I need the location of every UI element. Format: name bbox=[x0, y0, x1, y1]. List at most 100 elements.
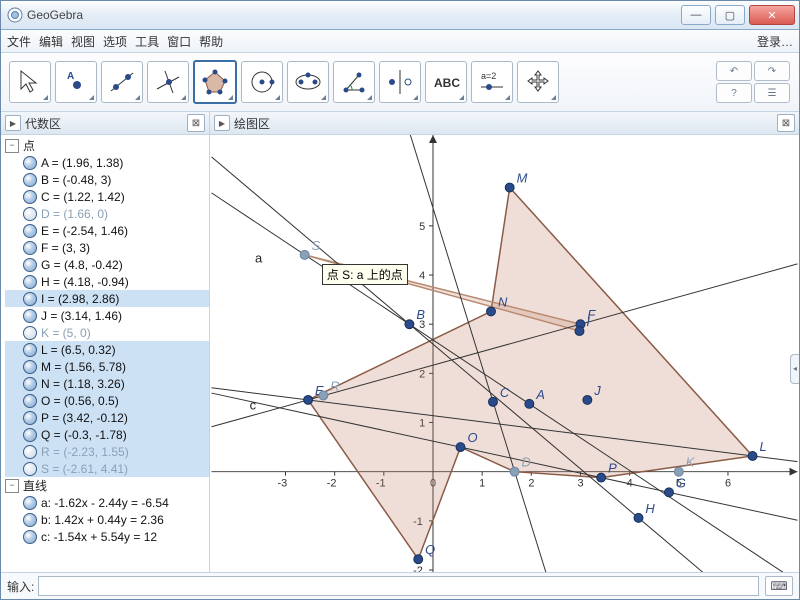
svg-text:A: A bbox=[67, 71, 74, 82]
tool-perpendicular[interactable] bbox=[147, 61, 189, 103]
svg-text:K: K bbox=[686, 455, 696, 470]
visibility-toggle[interactable] bbox=[23, 309, 37, 323]
algebra-item[interactable]: A = (1.96, 1.38) bbox=[41, 156, 123, 170]
algebra-item[interactable]: K = (5, 0) bbox=[41, 326, 91, 340]
algebra-item[interactable]: L = (6.5, 0.32) bbox=[41, 343, 116, 357]
tool-point[interactable]: A bbox=[55, 61, 97, 103]
algebra-item[interactable]: Q = (-0.3, -1.78) bbox=[41, 428, 127, 442]
tool-angle[interactable] bbox=[333, 61, 375, 103]
svg-text:ABC: ABC bbox=[434, 76, 460, 90]
visibility-toggle[interactable] bbox=[23, 428, 37, 442]
algebra-item[interactable]: I = (2.98, 2.86) bbox=[41, 292, 119, 306]
algebra-item[interactable]: B = (-0.48, 3) bbox=[41, 173, 111, 187]
svg-text:G: G bbox=[676, 475, 686, 490]
category-point[interactable]: 点 bbox=[23, 137, 35, 154]
visibility-toggle[interactable] bbox=[23, 292, 37, 306]
settings-button[interactable]: ☰ bbox=[754, 83, 790, 103]
input-label: 输入: bbox=[7, 578, 34, 595]
algebra-close-button[interactable]: ⊠ bbox=[187, 114, 205, 132]
minimize-button[interactable]: — bbox=[681, 5, 711, 25]
algebra-item[interactable]: O = (0.56, 0.5) bbox=[41, 394, 119, 408]
redo-button[interactable]: ↷ bbox=[754, 61, 790, 81]
svg-text:-3: -3 bbox=[278, 478, 288, 490]
visibility-toggle[interactable] bbox=[23, 275, 37, 289]
tool-circle[interactable] bbox=[241, 61, 283, 103]
category-line[interactable]: 直线 bbox=[23, 477, 47, 494]
input-field[interactable] bbox=[38, 576, 759, 596]
algebra-item[interactable]: E = (-2.54, 1.46) bbox=[41, 224, 128, 238]
undo-button[interactable]: ↶ bbox=[716, 61, 752, 81]
algebra-item[interactable]: F = (3, 3) bbox=[41, 241, 90, 255]
menubar: 文件 编辑 视图 选项 工具 窗口 帮助 登录… bbox=[1, 30, 799, 53]
visibility-toggle[interactable] bbox=[23, 343, 37, 357]
login-link[interactable]: 登录… bbox=[757, 33, 793, 50]
svg-text:2: 2 bbox=[528, 478, 534, 490]
collapse-icon[interactable]: − bbox=[5, 139, 19, 153]
algebra-item[interactable]: N = (1.18, 3.26) bbox=[41, 377, 125, 391]
tool-slider[interactable]: a=2 bbox=[471, 61, 513, 103]
svg-text:6: 6 bbox=[725, 478, 731, 490]
side-handle[interactable]: ◂ bbox=[790, 354, 799, 384]
graphics-close-button[interactable]: ⊠ bbox=[777, 114, 795, 132]
help-button[interactable]: ? bbox=[716, 83, 752, 103]
algebra-panel: ▶ 代数区 ⊠ −点A = (1.96, 1.38)B = (-0.48, 3)… bbox=[1, 112, 210, 572]
visibility-toggle[interactable] bbox=[23, 462, 37, 476]
svg-text:-2: -2 bbox=[413, 565, 423, 572]
visibility-toggle[interactable] bbox=[23, 156, 37, 170]
algebra-toggle-icon[interactable]: ▶ bbox=[5, 115, 21, 131]
graphics-toggle-icon[interactable]: ▶ bbox=[214, 115, 230, 131]
visibility-toggle[interactable] bbox=[23, 411, 37, 425]
svg-text:c: c bbox=[250, 398, 257, 413]
algebra-item[interactable]: G = (4.8, -0.42) bbox=[41, 258, 123, 272]
algebra-item[interactable]: C = (1.22, 1.42) bbox=[41, 190, 125, 204]
visibility-toggle[interactable] bbox=[23, 241, 37, 255]
visibility-toggle[interactable] bbox=[23, 377, 37, 391]
tool-text[interactable]: ABC bbox=[425, 61, 467, 103]
algebra-item[interactable]: c: -1.54x + 5.54y = 12 bbox=[41, 530, 157, 544]
visibility-toggle[interactable] bbox=[23, 394, 37, 408]
menu-file[interactable]: 文件 bbox=[7, 33, 31, 50]
menu-options[interactable]: 选项 bbox=[103, 33, 127, 50]
input-bar: 输入: ⌨ bbox=[1, 572, 799, 599]
visibility-toggle[interactable] bbox=[23, 190, 37, 204]
tool-ellipse[interactable] bbox=[287, 61, 329, 103]
svg-text:a=2: a=2 bbox=[481, 71, 496, 81]
tool-reflect[interactable] bbox=[379, 61, 421, 103]
algebra-item[interactable]: S = (-2.61, 4.41) bbox=[41, 462, 128, 476]
visibility-toggle[interactable] bbox=[23, 173, 37, 187]
algebra-item[interactable]: H = (4.18, -0.94) bbox=[41, 275, 129, 289]
keyboard-button[interactable]: ⌨ bbox=[765, 576, 793, 596]
tool-move[interactable] bbox=[9, 61, 51, 103]
algebra-item[interactable]: a: -1.62x - 2.44y = -6.54 bbox=[41, 496, 169, 510]
visibility-toggle[interactable] bbox=[23, 445, 37, 459]
visibility-toggle[interactable] bbox=[23, 513, 37, 527]
svg-text:B: B bbox=[416, 307, 425, 322]
close-button[interactable]: ✕ bbox=[749, 5, 795, 25]
menu-edit[interactable]: 编辑 bbox=[39, 33, 63, 50]
visibility-toggle[interactable] bbox=[23, 326, 37, 340]
visibility-toggle[interactable] bbox=[23, 360, 37, 374]
svg-text:I: I bbox=[586, 314, 590, 329]
tool-polygon[interactable] bbox=[193, 60, 237, 104]
menu-help[interactable]: 帮助 bbox=[199, 33, 223, 50]
algebra-item[interactable]: b: 1.42x + 0.44y = 2.36 bbox=[41, 513, 164, 527]
algebra-item[interactable]: M = (1.56, 5.78) bbox=[41, 360, 126, 374]
algebra-item[interactable]: P = (3.42, -0.12) bbox=[41, 411, 128, 425]
algebra-item[interactable]: J = (3.14, 1.46) bbox=[41, 309, 122, 323]
maximize-button[interactable]: ▢ bbox=[715, 5, 745, 25]
algebra-item[interactable]: R = (-2.23, 1.55) bbox=[41, 445, 129, 459]
tool-line[interactable] bbox=[101, 61, 143, 103]
tool-move-view[interactable] bbox=[517, 61, 559, 103]
menu-window[interactable]: 窗口 bbox=[167, 33, 191, 50]
visibility-toggle[interactable] bbox=[23, 207, 37, 221]
visibility-toggle[interactable] bbox=[23, 496, 37, 510]
visibility-toggle[interactable] bbox=[23, 258, 37, 272]
visibility-toggle[interactable] bbox=[23, 224, 37, 238]
graphics-view[interactable]: -3-2-10123456-2-112345acdABCDEFGHIJKLMNO… bbox=[210, 135, 799, 572]
collapse-icon[interactable]: − bbox=[5, 479, 19, 493]
svg-text:Q: Q bbox=[425, 542, 435, 557]
menu-tools[interactable]: 工具 bbox=[135, 33, 159, 50]
algebra-item[interactable]: D = (1.66, 0) bbox=[41, 207, 108, 221]
visibility-toggle[interactable] bbox=[23, 530, 37, 544]
menu-view[interactable]: 视图 bbox=[71, 33, 95, 50]
